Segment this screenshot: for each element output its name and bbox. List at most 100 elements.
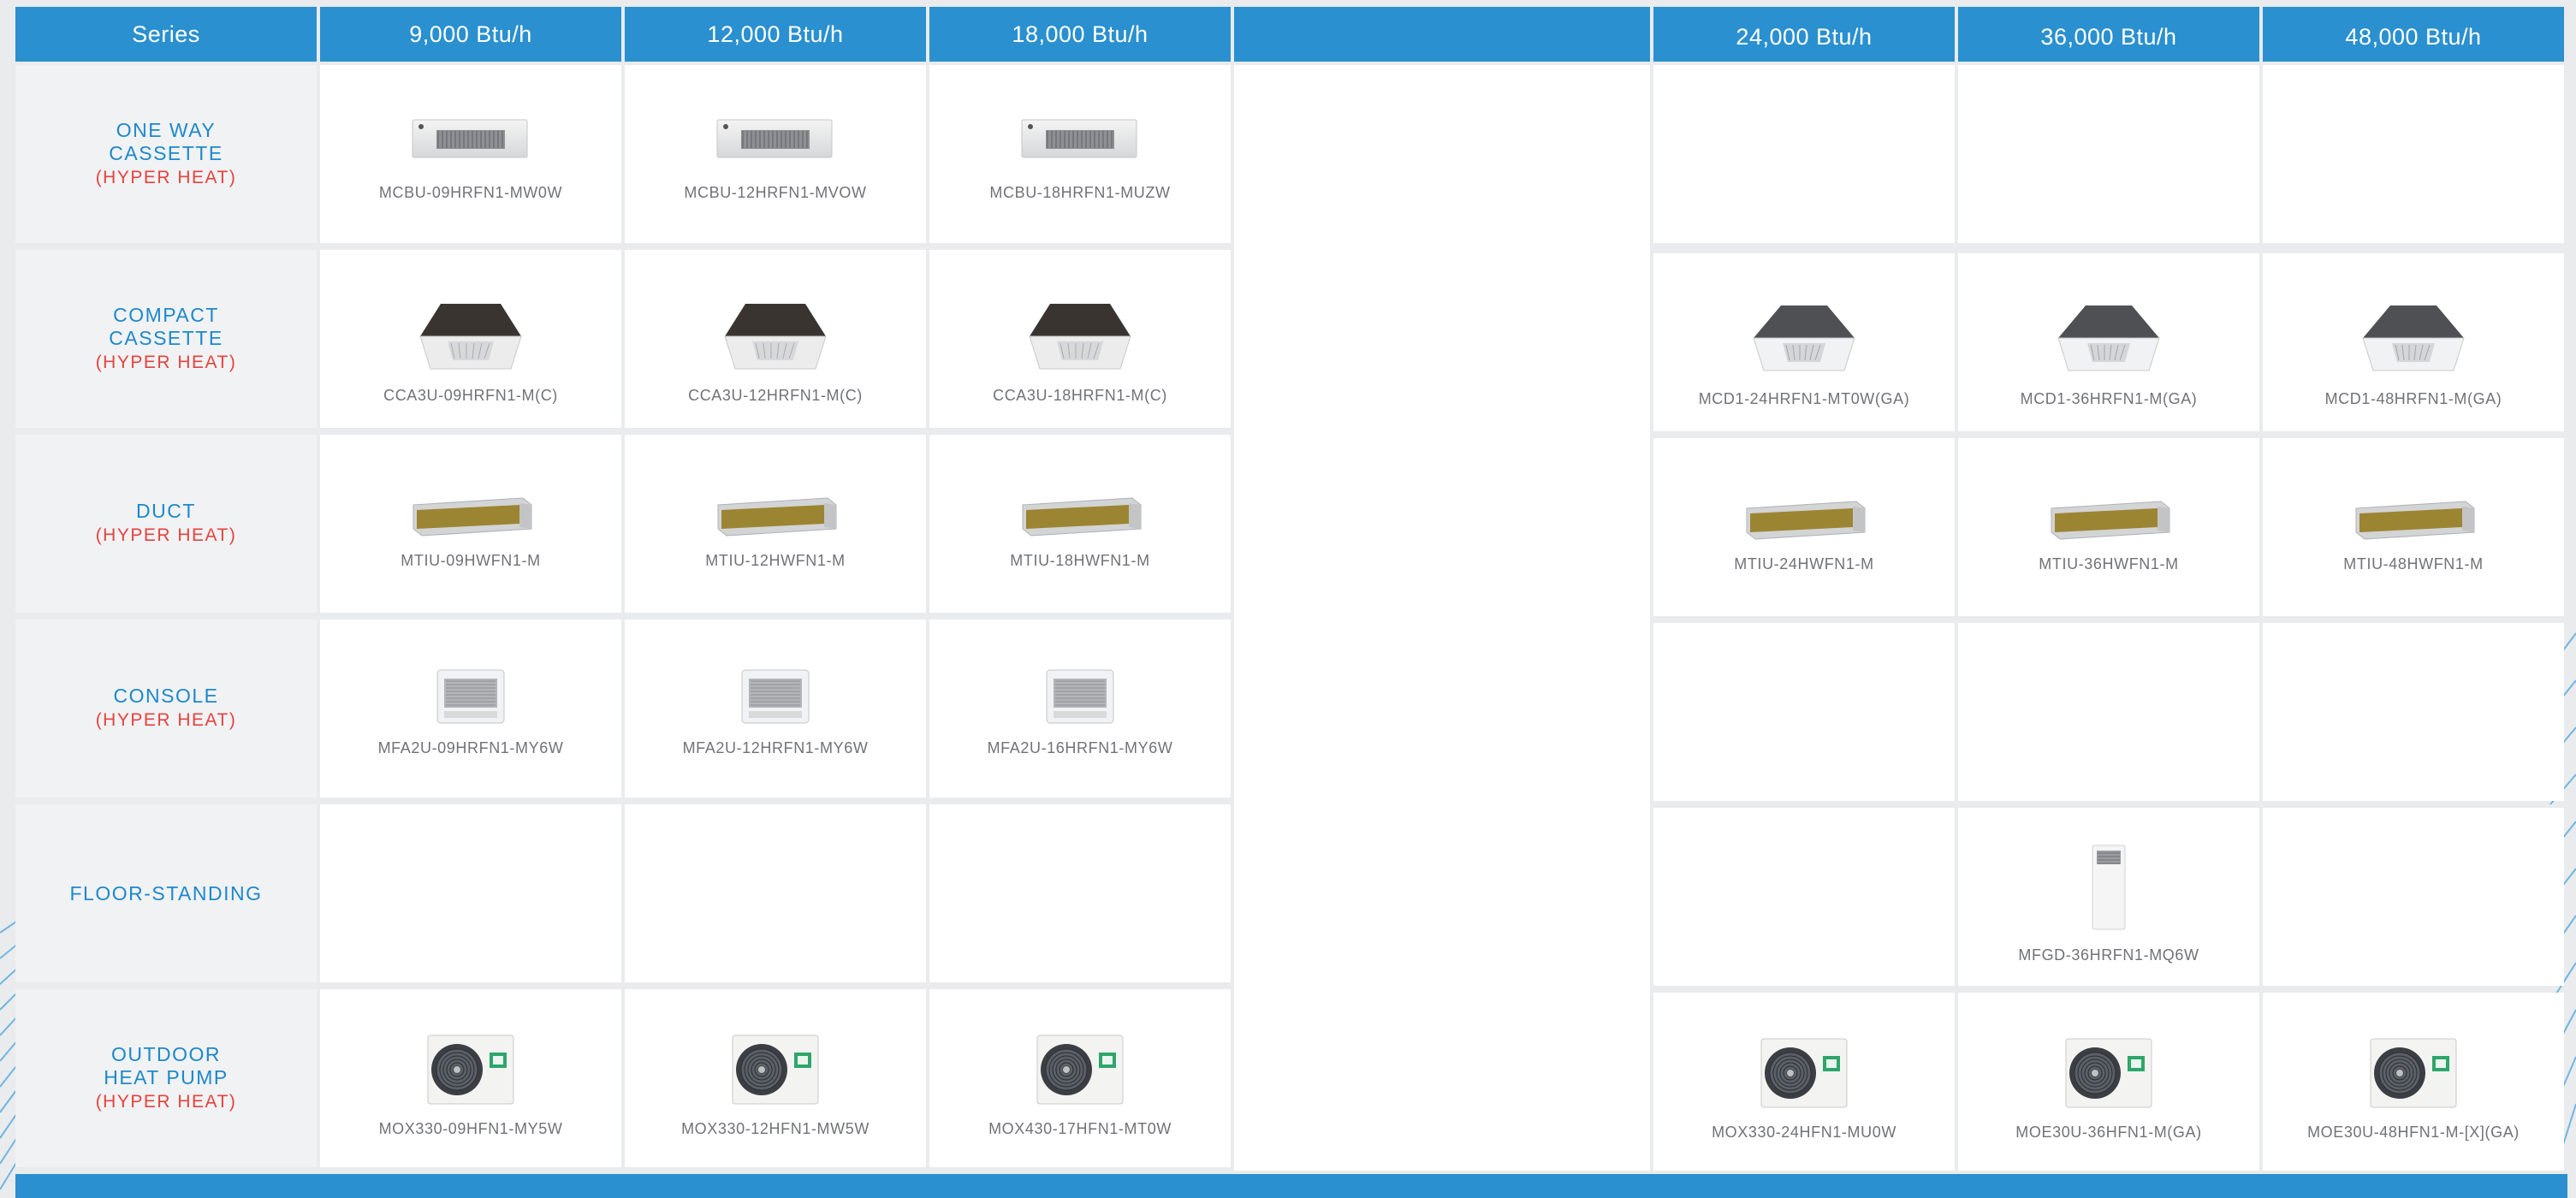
model-number: MOX330-24HFN1-MU0W bbox=[1712, 1124, 1896, 1141]
series-label-2: DUCT (HYPER HEAT) bbox=[15, 435, 317, 613]
product-cell bbox=[2263, 808, 2564, 986]
product-cell: MCD1-48HRFN1-M(GA) bbox=[2263, 253, 2564, 431]
series-label-0: ONE WAY CASSETTE (HYPER HEAT) bbox=[15, 65, 317, 243]
model-number: MCBU-12HRFN1-MVOW bbox=[684, 184, 867, 201]
console-unit-icon bbox=[1046, 669, 1114, 724]
product-image bbox=[1020, 116, 1140, 165]
product-cell bbox=[320, 804, 621, 982]
capacity-header: 48,000 Btu/h bbox=[2263, 7, 2564, 62]
product-cell: MTIU-09HWFN1-M bbox=[320, 435, 621, 613]
series-name: OUTDOOR HEAT PUMP bbox=[104, 1042, 229, 1088]
spacer-header bbox=[1234, 7, 1650, 62]
product-image bbox=[720, 297, 831, 378]
model-number: MOX330-12HFN1-MW5W bbox=[681, 1120, 870, 1137]
series-label-3: CONSOLE (HYPER HEAT) bbox=[15, 620, 317, 798]
product-image bbox=[415, 297, 526, 378]
product-cell bbox=[2263, 65, 2564, 243]
product-image bbox=[1016, 495, 1144, 543]
product-image bbox=[2053, 300, 2164, 382]
hyper-heat-tag: (HYPER HEAT) bbox=[95, 167, 237, 187]
model-number: MTIU-09HWFN1-M bbox=[401, 552, 541, 569]
floor-standing-unit-icon bbox=[2092, 845, 2126, 930]
model-number: MCD1-24HRFN1-MT0W(GA) bbox=[1698, 390, 1910, 407]
product-image bbox=[1740, 498, 1868, 547]
product-image bbox=[2349, 498, 2478, 547]
model-number: MOX430-17HFN1-MT0W bbox=[988, 1120, 1172, 1137]
model-number: MFA2U-09HRFN1-MY6W bbox=[377, 739, 564, 756]
duct-unit-icon bbox=[2355, 501, 2475, 540]
product-cell bbox=[1958, 623, 2259, 801]
model-number: MCD1-48HRFN1-M(GA) bbox=[2324, 390, 2502, 407]
outdoor-unit-icon bbox=[2065, 1038, 2152, 1108]
model-number: CCA3U-09HRFN1-M(C) bbox=[383, 387, 558, 404]
product-cell: MFA2U-16HRFN1-MY6W bbox=[929, 620, 1231, 798]
model-number: MTIU-18HWFN1-M bbox=[1010, 552, 1150, 569]
console-unit-icon bbox=[436, 669, 505, 724]
model-number: CCA3U-12HRFN1-M(C) bbox=[688, 387, 863, 404]
outdoor-unit-icon bbox=[1760, 1038, 1848, 1108]
series-label-1: COMPACT CASSETTE (HYPER HEAT) bbox=[15, 250, 317, 428]
capacity-header: 12,000 Btu/h bbox=[625, 7, 926, 62]
model-number: MOX330-09HFN1-MY5W bbox=[378, 1120, 563, 1137]
product-cell bbox=[1653, 65, 1955, 243]
duct-unit-icon bbox=[717, 497, 837, 537]
product-image bbox=[2061, 1034, 2157, 1115]
product-cell: MOX330-12HFN1-MW5W bbox=[625, 989, 926, 1167]
footer-bar bbox=[15, 1174, 2567, 1198]
product-image bbox=[739, 667, 812, 731]
model-number: CCA3U-18HRFN1-M(C) bbox=[993, 387, 1167, 404]
product-cell: MFA2U-09HRFN1-MY6W bbox=[320, 620, 621, 798]
duct-unit-icon bbox=[2051, 501, 2170, 540]
product-cell: MTIU-48HWFN1-M bbox=[2263, 438, 2564, 616]
hyper-heat-tag: (HYPER HEAT) bbox=[95, 710, 237, 730]
product-image bbox=[1043, 667, 1117, 731]
model-number: MTIU-24HWFN1-M bbox=[1734, 555, 1874, 572]
product-cell: MOE30U-36HFN1-M(GA) bbox=[1958, 993, 2259, 1171]
product-image bbox=[2045, 498, 2173, 547]
four-way-cassette-icon bbox=[2057, 305, 2160, 371]
product-image bbox=[727, 1030, 823, 1112]
compact-cassette-icon bbox=[419, 304, 522, 370]
model-number: MCBU-09HRFN1-MW0W bbox=[378, 184, 563, 201]
capacity-header: 24,000 Btu/h bbox=[1653, 7, 1955, 62]
series-name: FLOOR-STANDING bbox=[69, 881, 263, 904]
product-cell bbox=[929, 804, 1231, 982]
product-image bbox=[2365, 1034, 2461, 1115]
series-name: COMPACT CASSETTE bbox=[109, 303, 223, 349]
product-cell: MOE30U-48HFN1-M-[X](GA) bbox=[2263, 993, 2564, 1171]
product-image bbox=[407, 495, 535, 543]
product-cell: MCBU-09HRFN1-MW0W bbox=[320, 65, 621, 243]
model-number: MFA2U-16HRFN1-MY6W bbox=[987, 739, 1173, 756]
duct-unit-icon bbox=[413, 497, 532, 537]
product-cell: MFGD-36HRFN1-MQ6W bbox=[1958, 808, 2259, 986]
hyper-heat-tag: (HYPER HEAT) bbox=[95, 352, 237, 372]
product-image bbox=[2358, 300, 2469, 382]
model-number: MFA2U-12HRFN1-MY6W bbox=[682, 739, 869, 756]
product-cell: MTIU-36HWFN1-M bbox=[1958, 438, 2259, 616]
product-image bbox=[715, 116, 835, 165]
four-way-cassette-icon bbox=[2362, 305, 2465, 371]
model-number: MTIU-12HWFN1-M bbox=[705, 552, 846, 569]
product-image bbox=[711, 495, 840, 543]
product-cell: MCBU-12HRFN1-MVOW bbox=[625, 65, 926, 243]
product-image bbox=[1748, 300, 1860, 382]
model-number: MTIU-48HWFN1-M bbox=[2343, 555, 2484, 572]
product-cell: MOX330-24HFN1-MU0W bbox=[1653, 993, 1955, 1171]
series-label-4: FLOOR-STANDING bbox=[15, 804, 317, 982]
hyper-heat-tag: (HYPER HEAT) bbox=[95, 1091, 237, 1112]
product-image bbox=[411, 116, 531, 165]
series-name: CONSOLE bbox=[113, 685, 219, 707]
product-image bbox=[1024, 297, 1136, 378]
duct-unit-icon bbox=[1746, 501, 1866, 540]
product-cell: MCBU-18HRFN1-MUZW bbox=[929, 65, 1231, 243]
outdoor-unit-icon bbox=[1036, 1035, 1124, 1105]
hyper-heat-tag: (HYPER HEAT) bbox=[95, 525, 237, 545]
one-way-cassette-icon bbox=[412, 119, 528, 158]
capacity-header: 18,000 Btu/h bbox=[929, 7, 1231, 62]
model-number: MCD1-36HRFN1-M(GA) bbox=[2020, 390, 2198, 407]
product-cell: MTIU-12HWFN1-M bbox=[625, 435, 926, 613]
product-cell: MCD1-36HRFN1-M(GA) bbox=[1958, 253, 2259, 431]
four-way-cassette-icon bbox=[1753, 305, 1855, 371]
outdoor-unit-icon bbox=[2370, 1038, 2457, 1108]
model-number: MTIU-36HWFN1-M bbox=[2039, 555, 2179, 572]
